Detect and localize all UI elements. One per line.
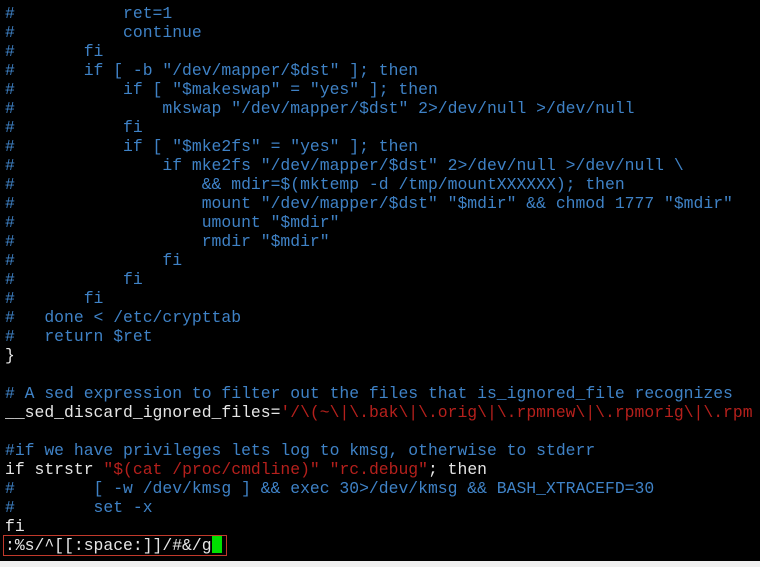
comment-token: #if we have privileges lets log to kmsg,… xyxy=(5,441,596,460)
code-line: # [ -w /dev/kmsg ] && exec 30>/dev/kmsg … xyxy=(5,479,760,498)
comment-token: # mkswap "/dev/mapper/$dst" 2>/dev/null … xyxy=(5,99,635,118)
vim-command-line[interactable]: :%s/^[[:space:]]/#&/g xyxy=(5,536,222,555)
code-line: # mount "/dev/mapper/$dst" "$mdir" && ch… xyxy=(5,194,760,213)
window-bottom-edge xyxy=(0,561,760,567)
code-line: # fi xyxy=(5,270,760,289)
comment-token: # if [ "$makeswap" = "yes" ]; then xyxy=(5,80,438,99)
code-line: __sed_discard_ignored_files='/\(~\|\.bak… xyxy=(5,403,760,422)
comment-token: # continue xyxy=(5,23,202,42)
comment-token: # done < /etc/crypttab xyxy=(5,308,242,327)
code-line: # if [ "$mke2fs" = "yes" ]; then xyxy=(5,137,760,156)
code-line: # if [ -b "/dev/mapper/$dst" ]; then xyxy=(5,61,760,80)
code-line: # fi xyxy=(5,118,760,137)
code-line: fi xyxy=(5,517,760,536)
code-line: # A sed expression to filter out the fil… xyxy=(5,384,760,403)
code-line: # fi xyxy=(5,289,760,308)
command-text: :%s/^[[:space:]]/#&/g xyxy=(5,536,212,555)
string-token: '/\(~\|\.bak\|\.orig\|\.rpmnew\|\.rpmori… xyxy=(280,403,753,422)
code-line: # fi xyxy=(5,42,760,61)
comment-token: # rmdir "$mdir" xyxy=(5,232,330,251)
code-line: #if we have privileges lets log to kmsg,… xyxy=(5,441,760,460)
normal-token: if strstr xyxy=(5,460,104,479)
code-line: # fi xyxy=(5,251,760,270)
comment-token: # fi xyxy=(5,118,143,137)
normal-token: fi xyxy=(5,517,25,536)
code-line: } xyxy=(5,346,760,365)
comment-token: # ret=1 xyxy=(5,4,173,23)
comment-token: # set -x xyxy=(5,498,153,517)
code-line: # rmdir "$mdir" xyxy=(5,232,760,251)
code-line: # umount "$mdir" xyxy=(5,213,760,232)
code-line: # return $ret xyxy=(5,327,760,346)
code-line: if strstr "$(cat /proc/cmdline)" "rc.deb… xyxy=(5,460,760,479)
comment-token: # umount "$mdir" xyxy=(5,213,340,232)
text-cursor xyxy=(211,536,222,553)
code-line: # if mke2fs "/dev/mapper/$dst" 2>/dev/nu… xyxy=(5,156,760,175)
normal-token: __sed_discard_ignored_files= xyxy=(5,403,281,422)
code-line: # mkswap "/dev/mapper/$dst" 2>/dev/null … xyxy=(5,99,760,118)
comment-token: # fi xyxy=(5,289,104,308)
code-line: # continue xyxy=(5,23,760,42)
comment-token: # fi xyxy=(5,270,143,289)
code-line: # if [ "$makeswap" = "yes" ]; then xyxy=(5,80,760,99)
comment-token: # A sed expression to filter out the fil… xyxy=(5,384,733,403)
code-line: # && mdir=$(mktemp -d /tmp/mountXXXXXX);… xyxy=(5,175,760,194)
vim-buffer[interactable]: # ret=1 # continue # fi # if [ -b "/dev/map… xyxy=(5,4,760,536)
code-line: # ret=1 xyxy=(5,4,760,23)
comment-token: # if mke2fs "/dev/mapper/$dst" 2>/dev/nu… xyxy=(5,156,684,175)
comment-token: # [ -w /dev/kmsg ] && exec 30>/dev/kmsg … xyxy=(5,479,655,498)
string-token: "$(cat /proc/cmdline)" "rc.debug" xyxy=(103,460,428,479)
comment-token: # if [ -b "/dev/mapper/$dst" ]; then xyxy=(5,61,419,80)
comment-token: # fi xyxy=(5,42,104,61)
comment-token: # fi xyxy=(5,251,183,270)
comment-token: # if [ "$mke2fs" = "yes" ]; then xyxy=(5,137,419,156)
comment-token: # return $ret xyxy=(5,327,153,346)
code-line: # set -x xyxy=(5,498,760,517)
comment-token: # && mdir=$(mktemp -d /tmp/mountXXXXXX);… xyxy=(5,175,625,194)
normal-token: ; then xyxy=(427,460,487,479)
comment-token: # mount "/dev/mapper/$dst" "$mdir" && ch… xyxy=(5,194,733,213)
normal-token: } xyxy=(5,346,15,365)
code-line: # done < /etc/crypttab xyxy=(5,308,760,327)
